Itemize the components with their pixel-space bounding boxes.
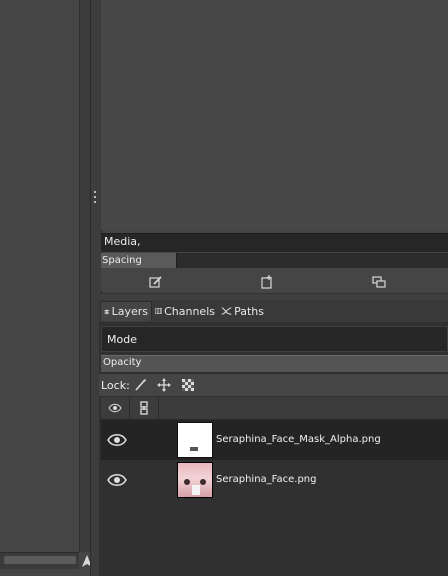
tab-layers[interactable]: Layers — [100, 301, 152, 321]
layer-name: Seraphina_Face.png — [216, 474, 317, 485]
tab-channels[interactable]: Channels — [152, 301, 218, 321]
layers-icon — [104, 309, 110, 314]
lock-label: Lock: — [101, 379, 130, 392]
brush-tag-field[interactable] — [101, 233, 448, 252]
mode-label: Mode — [107, 333, 137, 346]
drag-handle-icon[interactable] — [94, 191, 97, 209]
duplicate-brush-icon[interactable] — [372, 274, 386, 288]
lock-position-icon[interactable] — [157, 377, 171, 396]
lock-alpha-icon[interactable] — [181, 377, 195, 396]
brush-toolbar — [101, 269, 448, 291]
eye-icon[interactable] — [107, 473, 127, 487]
spacing-label: Spacing — [102, 255, 142, 266]
chain-icon — [140, 401, 148, 415]
left-dock — [0, 0, 79, 576]
paths-icon — [221, 307, 232, 315]
layer-thumbnail — [177, 462, 213, 498]
lock-pixels-icon[interactable] — [134, 377, 148, 396]
tab-paths[interactable]: Paths — [218, 301, 267, 321]
eye-icon[interactable] — [107, 433, 127, 447]
channels-icon — [155, 307, 162, 315]
mode-dropdown[interactable] — [101, 326, 448, 352]
edit-brush-icon[interactable] — [149, 274, 163, 288]
opacity-slider[interactable] — [101, 355, 448, 372]
tab-layers-label: Layers — [111, 305, 148, 318]
layer-row[interactable]: Seraphina_Face_Mask_Alpha.png — [101, 420, 448, 460]
dock-grip-icon[interactable] — [427, 294, 445, 309]
layer-row[interactable]: Seraphina_Face.png — [101, 460, 448, 500]
visibility-column-header[interactable] — [101, 397, 130, 419]
chain-column-header[interactable] — [130, 397, 159, 419]
scrollbar-thumb[interactable] — [4, 556, 76, 564]
dock-divider[interactable] — [101, 293, 448, 300]
tab-channels-label: Channels — [164, 304, 215, 318]
brush-preview-area — [101, 0, 448, 230]
tab-paths-label: Paths — [234, 304, 264, 318]
layer-name: Seraphina_Face_Mask_Alpha.png — [216, 434, 381, 445]
layer-thumbnail — [177, 422, 213, 458]
brush-tag-text: Media, — [104, 235, 141, 248]
opacity-label: Opacity — [103, 357, 142, 368]
lock-row — [99, 374, 448, 396]
new-brush-icon[interactable] — [260, 274, 274, 289]
eye-icon — [108, 403, 122, 413]
